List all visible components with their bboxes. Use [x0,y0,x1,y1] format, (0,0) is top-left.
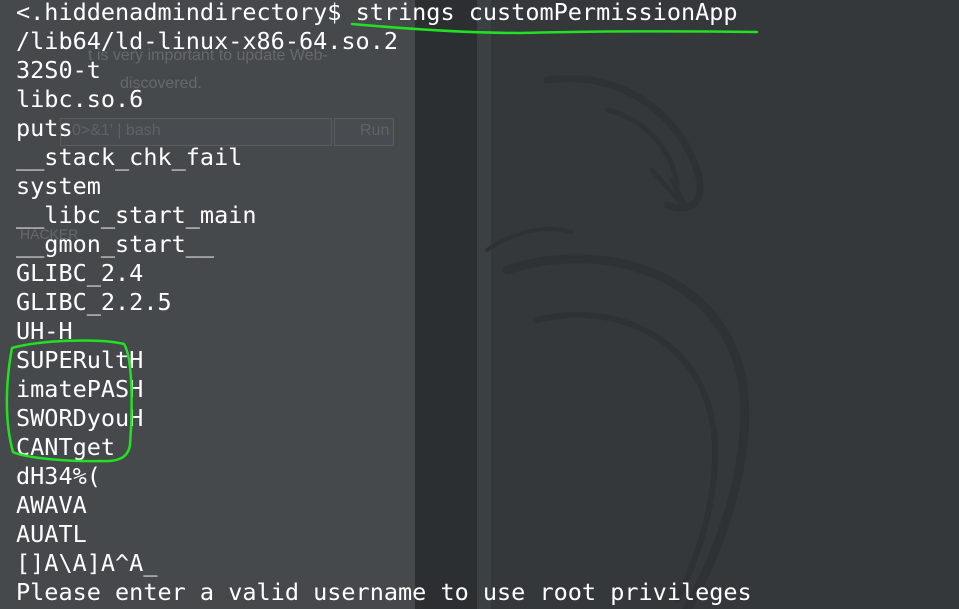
output-line: UH-H [16,317,73,345]
output-line: system [16,172,101,200]
output-line: SWORDyouH [16,404,144,432]
output-line: []A\A]A^A_ [16,549,158,577]
typed-command: strings customPermissionApp [355,0,738,26]
output-line: /lib64/ld-linux-x86-64.so.2 [16,27,399,55]
output-line: imatePASH [16,375,144,403]
output-line: GLIBC_2.4 [16,259,144,287]
shell-prompt: <.hiddenadmindirectory$ [16,0,356,26]
output-line: __libc_start_main [16,201,257,229]
output-line: libc.so.6 [16,85,144,113]
output-line: GLIBC_2.2.5 [16,288,172,316]
output-line: AWAVA [16,491,87,519]
output-line: Please enter a valid username to use roo… [16,578,752,606]
output-line: __stack_chk_fail [16,143,243,171]
terminal-output: <.hiddenadmindirectory$ strings customPe… [16,0,752,609]
output-line: AUATL [16,520,87,548]
output-line: puts [16,114,73,142]
output-line: 32S0-t [16,56,101,84]
output-line: SUPERultH [16,346,144,374]
output-line: dH34%( [16,462,101,490]
output-line: __gmon_start__ [16,230,215,258]
terminal-window[interactable]: t is very important to update Web- disco… [0,0,959,609]
output-line: CANTget [16,433,116,461]
command-line: <.hiddenadmindirectory$ strings customPe… [16,0,752,29]
